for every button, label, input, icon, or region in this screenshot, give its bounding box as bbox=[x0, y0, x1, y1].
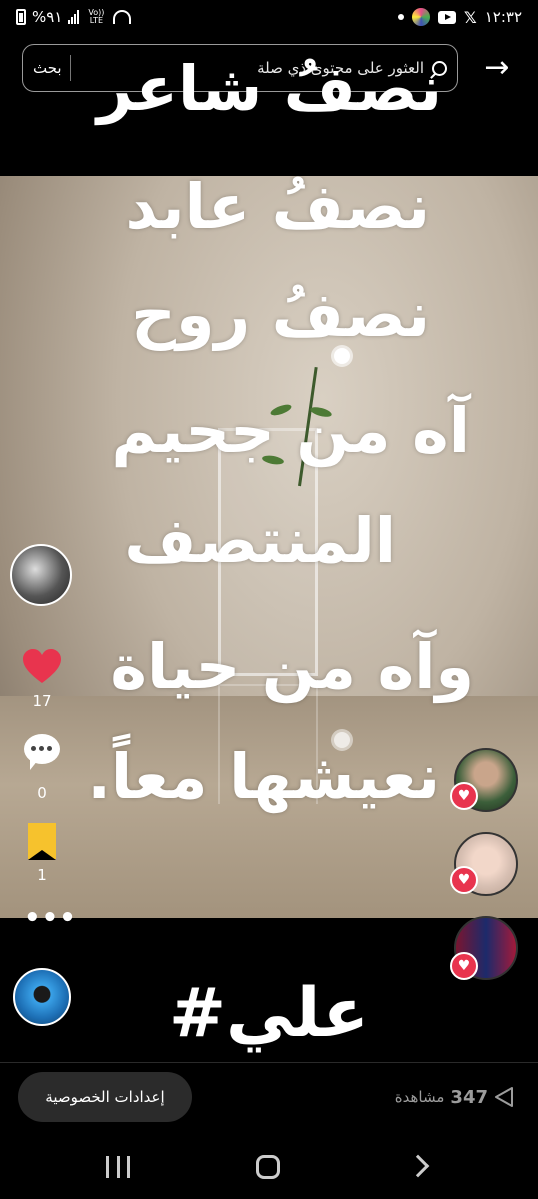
like-count: 17 bbox=[32, 692, 52, 710]
comment-bubble-icon[interactable] bbox=[24, 734, 60, 770]
recent-apps-icon[interactable] bbox=[106, 1156, 130, 1178]
battery-percent: %٩١ bbox=[32, 8, 63, 26]
signal-icon bbox=[68, 10, 80, 24]
poem-line: نصفُ عابد bbox=[125, 170, 430, 243]
bookmark-icon[interactable] bbox=[28, 823, 56, 860]
x-icon: 𝕏 bbox=[463, 7, 477, 27]
like-heart-icon[interactable] bbox=[22, 648, 62, 684]
poem-line: نعيشها معاً. bbox=[87, 740, 440, 813]
viewer-like-heart-icon: ♥ bbox=[450, 952, 478, 980]
status-right: 𝕏 ١٢:٣٢ bbox=[397, 7, 522, 27]
viewer-like-heart-icon: ♥ bbox=[450, 782, 478, 810]
privacy-settings-button[interactable]: إعدادات الخصوصية bbox=[18, 1072, 192, 1122]
views-counter[interactable]: 347 مشاهدة bbox=[395, 1084, 514, 1110]
comment-count: 0 bbox=[37, 784, 47, 802]
hashtag[interactable]: #علي bbox=[0, 974, 538, 1053]
back-chevron-icon[interactable] bbox=[406, 1154, 430, 1178]
viewer-like-heart-icon: ♥ bbox=[450, 866, 478, 894]
more-options-icon[interactable]: ••• bbox=[24, 905, 77, 931]
youtube-icon bbox=[437, 10, 456, 24]
views-count: 347 bbox=[450, 1086, 488, 1108]
system-nav-bar bbox=[0, 1134, 538, 1199]
poem-overlay: نصفُ شاعر نصفُ عابد نصفُ روح آه من جحيم … bbox=[0, 52, 538, 813]
views-label: مشاهدة bbox=[394, 1088, 445, 1106]
wifi-icon bbox=[113, 10, 132, 24]
app-notification-icon bbox=[411, 8, 430, 26]
status-bar: %٩١ Vo)) LTE 𝕏 ١٢:٣٢ bbox=[0, 0, 538, 34]
clock: ١٢:٣٢ bbox=[484, 8, 522, 26]
poem-line: آه من جحيم bbox=[111, 394, 471, 467]
status-left: %٩١ Vo)) LTE bbox=[16, 8, 132, 26]
bottom-divider bbox=[0, 1062, 538, 1063]
lte-indicator: Vo)) LTE bbox=[88, 8, 105, 25]
poem-line: المنتصف bbox=[124, 504, 396, 577]
battery-icon bbox=[16, 9, 26, 25]
play-icon bbox=[495, 1087, 513, 1107]
poem-line: وآه من حياة bbox=[110, 630, 474, 703]
poem-line: نصفُ روح bbox=[131, 278, 430, 351]
poem-line: نصفُ شاعر bbox=[97, 52, 442, 125]
author-avatar[interactable] bbox=[10, 544, 72, 606]
notification-dot-icon bbox=[397, 14, 404, 20]
save-count: 1 bbox=[37, 866, 47, 884]
music-avatar[interactable] bbox=[13, 968, 71, 1026]
home-icon[interactable] bbox=[256, 1155, 280, 1179]
